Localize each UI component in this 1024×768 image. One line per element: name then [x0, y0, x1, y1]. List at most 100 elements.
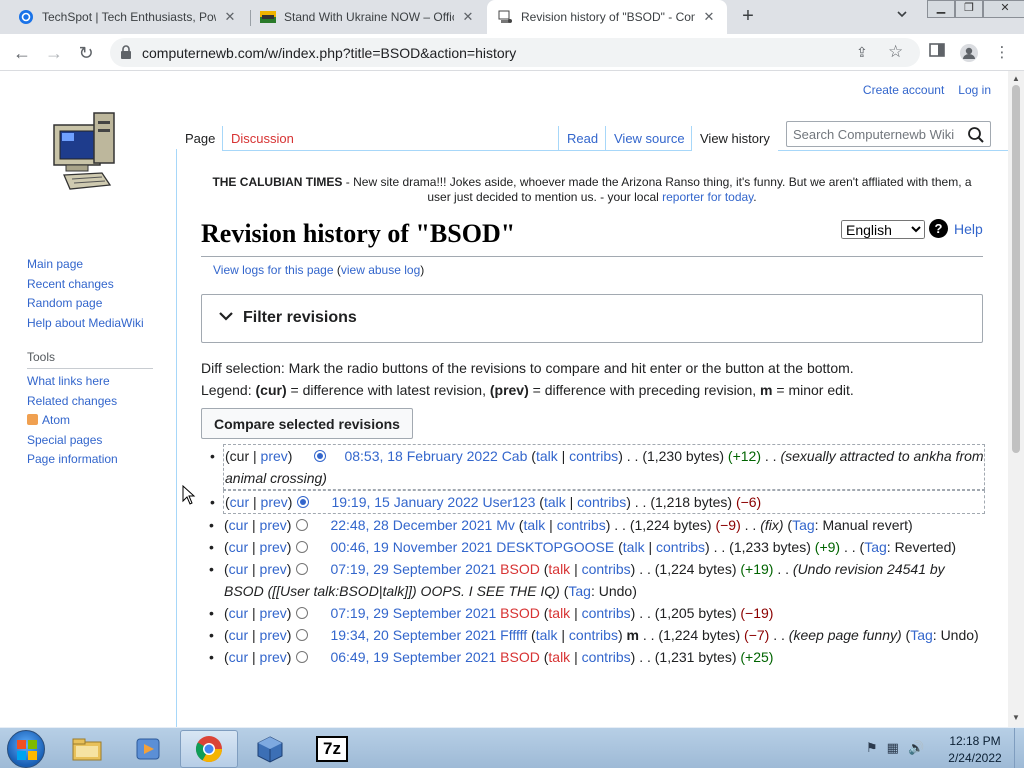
prev-diff-link[interactable]: prev — [260, 627, 287, 643]
user-contribs-link[interactable]: contribs — [557, 517, 606, 533]
restore-icon[interactable]: ❐ — [955, 0, 983, 18]
revision-user-link[interactable]: User123 — [482, 494, 535, 510]
revision-user-link[interactable]: Ffffff — [500, 627, 527, 643]
cur-diff-link[interactable]: cur — [229, 649, 248, 665]
nav-main-page[interactable]: Main page — [27, 257, 83, 271]
cur-diff-link[interactable]: cur — [229, 517, 248, 533]
nav-random-page[interactable]: Random page — [27, 296, 102, 310]
user-contribs-link[interactable]: contribs — [656, 539, 705, 555]
revision-date-link[interactable]: 07:19, 29 September 2021 — [330, 561, 496, 577]
revision-user-link[interactable]: BSOD — [500, 649, 540, 665]
nav-recent-changes[interactable]: Recent changes — [27, 277, 114, 291]
close-tab-icon[interactable]: ✕ — [460, 9, 476, 25]
revision-date-link[interactable]: 22:48, 28 December 2021 — [330, 517, 492, 533]
scroll-down-icon[interactable]: ▼ — [1012, 713, 1020, 722]
7zip-icon[interactable]: 7z — [303, 730, 361, 768]
prev-diff-link[interactable]: prev — [260, 649, 287, 665]
prev-diff-link[interactable]: prev — [261, 494, 288, 510]
tab-view-source[interactable]: View source — [605, 126, 693, 151]
abuse-log-link[interactable]: view abuse log — [341, 263, 420, 277]
compare-revisions-button[interactable]: Compare selected revisions — [201, 408, 413, 439]
cur-diff-link[interactable]: cur — [229, 561, 248, 577]
tool-related-changes[interactable]: Related changes — [27, 394, 117, 408]
prev-diff-link[interactable]: prev — [260, 605, 287, 621]
user-talk-link[interactable]: talk — [544, 494, 566, 510]
cur-diff-link[interactable]: cur — [230, 494, 249, 510]
filter-revisions-panel[interactable]: Filter revisions — [201, 294, 983, 343]
revision-date-link[interactable]: 07:19, 29 September 2021 — [330, 605, 496, 621]
revision-user-link[interactable]: BSOD — [500, 561, 540, 577]
user-contribs-link[interactable]: contribs — [582, 605, 631, 621]
tab-revision-history[interactable]: Revision history of "BSOD" - Com ✕ — [487, 0, 727, 34]
revision-user-link[interactable]: Mv — [496, 517, 515, 533]
log-in-link[interactable]: Log in — [958, 83, 991, 97]
cur-diff-link[interactable]: cur — [229, 539, 248, 555]
user-talk-link[interactable]: talk — [548, 605, 570, 621]
language-select[interactable]: English — [841, 220, 925, 239]
reload-icon[interactable]: ↻ — [74, 41, 98, 65]
radio-older[interactable] — [296, 651, 309, 663]
revision-date-link[interactable]: 08:53, 18 February 2022 — [344, 448, 497, 464]
tab-view-history[interactable]: View history — [691, 126, 778, 151]
file-explorer-icon[interactable] — [58, 730, 116, 768]
back-arrow-icon[interactable]: ← — [10, 41, 34, 65]
revision-user-link[interactable]: DESKTOPGOOSE — [496, 539, 614, 555]
prev-diff-link[interactable]: prev — [260, 517, 287, 533]
show-desktop-button[interactable] — [1014, 728, 1024, 768]
view-logs-link[interactable]: View logs for this page — [213, 263, 334, 277]
page-scrollbar[interactable]: ▲ ▼ — [1008, 71, 1024, 727]
prev-diff-link[interactable]: prev — [260, 561, 287, 577]
revision-date-link[interactable]: 06:49, 19 September 2021 — [330, 649, 496, 665]
bookmark-star-icon[interactable]: ☆ — [888, 42, 903, 62]
tool-what-links-here[interactable]: What links here — [27, 374, 110, 388]
network-icon[interactable]: ▦ — [887, 740, 899, 756]
tab-read[interactable]: Read — [558, 126, 606, 151]
close-tab-icon[interactable]: ✕ — [222, 9, 238, 25]
radio-older[interactable] — [296, 607, 309, 619]
browser-menu-icon[interactable]: ⋮ — [992, 43, 1012, 63]
action-center-flag-icon[interactable]: ⚑ — [866, 740, 878, 756]
side-panel-icon[interactable] — [927, 43, 947, 63]
cur-diff-link[interactable]: cur — [229, 627, 248, 643]
tab-ukraine[interactable]: Stand With Ukraine NOW – Offic ✕ — [250, 0, 486, 34]
search-icon[interactable] — [967, 126, 985, 144]
media-player-icon[interactable] — [119, 730, 177, 768]
wiki-search-input[interactable] — [787, 122, 963, 146]
taskbar-clock[interactable]: 12:18 PM 2/24/2022 — [940, 733, 1010, 767]
tag-link[interactable]: Tag — [792, 517, 815, 533]
revision-date-link[interactable]: 00:46, 19 November 2021 — [330, 539, 492, 555]
user-contribs-link[interactable]: contribs — [582, 561, 631, 577]
tool-atom[interactable]: Atom — [42, 413, 70, 427]
wiki-logo-computer-icon[interactable] — [50, 107, 124, 193]
user-contribs-link[interactable]: contribs — [582, 649, 631, 665]
tab-page[interactable]: Page — [177, 126, 224, 151]
new-tab-button[interactable]: + — [737, 5, 759, 27]
tag-link[interactable]: Tag — [568, 583, 591, 599]
radio-older[interactable] — [296, 519, 309, 531]
tool-page-information[interactable]: Page information — [27, 452, 118, 466]
user-contribs-link[interactable]: contribs — [577, 494, 626, 510]
user-talk-link[interactable]: talk — [536, 448, 558, 464]
radio-older[interactable] — [296, 629, 309, 641]
prev-diff-link[interactable]: prev — [261, 448, 288, 464]
tag-link[interactable]: Tag — [864, 539, 887, 555]
virtualbox-icon[interactable] — [241, 730, 299, 768]
start-button-windows-icon[interactable] — [7, 730, 45, 768]
user-talk-link[interactable]: talk — [536, 627, 558, 643]
radio-older[interactable] — [297, 496, 310, 508]
radio-newer[interactable] — [314, 450, 327, 462]
scroll-up-icon[interactable]: ▲ — [1012, 74, 1020, 83]
tab-search-icon[interactable] — [896, 8, 908, 23]
tab-techspot[interactable]: TechSpot | Tech Enthusiasts, Pow ✕ — [8, 0, 248, 34]
create-account-link[interactable]: Create account — [863, 83, 944, 97]
revision-user-link[interactable]: BSOD — [500, 605, 540, 621]
user-contribs-link[interactable]: contribs — [569, 627, 618, 643]
help-link[interactable]: Help — [954, 221, 983, 237]
share-icon[interactable]: ⇪ — [856, 44, 868, 61]
tool-special-pages[interactable]: Special pages — [27, 433, 102, 447]
close-window-icon[interactable]: ✕ — [983, 0, 1024, 18]
profile-avatar-icon[interactable] — [959, 43, 979, 63]
radio-older[interactable] — [296, 563, 309, 575]
scrollbar-thumb[interactable] — [1012, 85, 1020, 453]
tab-discussion[interactable]: Discussion — [222, 126, 302, 151]
